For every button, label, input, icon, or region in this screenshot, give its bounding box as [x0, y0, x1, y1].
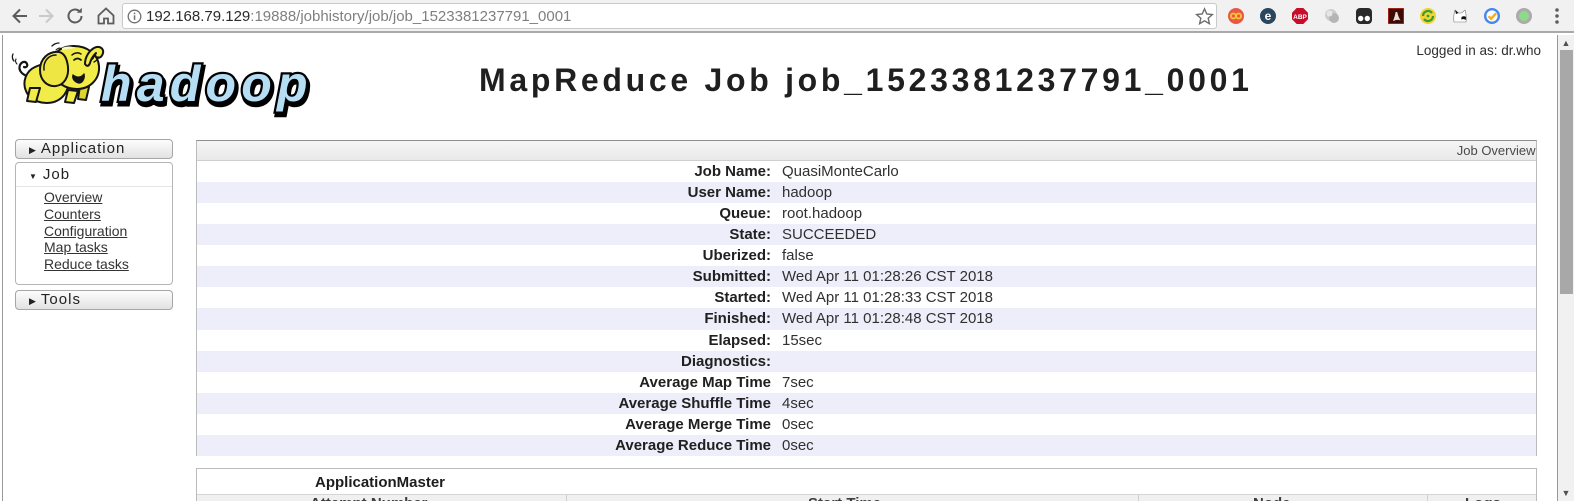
svg-text:ABP: ABP — [1293, 14, 1307, 21]
svg-text:hadoop: hadoop — [101, 56, 313, 112]
svg-text:e: e — [1265, 9, 1272, 23]
